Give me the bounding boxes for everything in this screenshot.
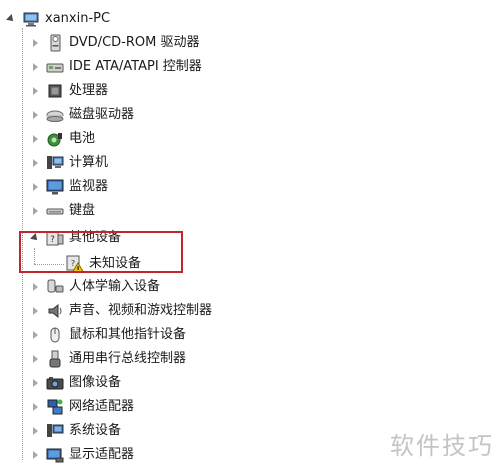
usb-icon — [49, 350, 61, 368]
processor-icon — [48, 84, 62, 98]
expand-toggle[interactable] — [30, 32, 40, 54]
hid-icon — [47, 279, 64, 293]
tree-item-label: IDE ATA/ATAPI 控制器 — [69, 59, 202, 74]
tree-item-disk-drive[interactable]: 磁盘驱动器 — [30, 104, 134, 126]
monitor-icon — [46, 179, 64, 195]
computer-icon — [47, 156, 64, 169]
optical-drive-icon — [50, 34, 61, 52]
expand-toggle[interactable] — [30, 396, 40, 418]
tree-item-processor[interactable]: 处理器 — [30, 80, 108, 102]
tree-item-label: 声音、视频和游戏控制器 — [69, 303, 213, 318]
expand-toggle[interactable] — [30, 372, 40, 394]
tree-item-dvd-cdrom[interactable]: DVD/CD-ROM 驱动器 — [30, 32, 199, 54]
tree-item-ide-controller[interactable]: IDE ATA/ATAPI 控制器 — [30, 56, 202, 78]
network-icon — [47, 399, 63, 415]
tree-item-label: 处理器 — [69, 83, 109, 98]
tree-item-usb-controller[interactable]: 通用串行总线控制器 — [30, 348, 186, 370]
expand-toggle[interactable] — [30, 276, 40, 298]
tree-item-sound-video-game[interactable]: 声音、视频和游戏控制器 — [30, 300, 212, 322]
tree-item-label: 鼠标和其他指针设备 — [69, 327, 187, 342]
tree-item-label: DVD/CD-ROM 驱动器 — [69, 35, 200, 50]
expand-toggle[interactable] — [30, 128, 40, 150]
expand-toggle[interactable] — [30, 152, 40, 174]
watermark: 软件技巧 — [390, 432, 494, 460]
tree-item-label: 键盘 — [69, 203, 96, 218]
tree-item-mouse[interactable]: 鼠标和其他指针设备 — [30, 324, 186, 346]
expand-toggle[interactable] — [30, 176, 40, 198]
tree-item-label: 显示适配器 — [69, 447, 135, 462]
expand-toggle[interactable] — [30, 80, 40, 102]
device-tree: xanxin-PC DVD/CD-ROM 驱动器 IDE ATA/ATAPI 控… — [0, 0, 500, 475]
expand-toggle[interactable] — [30, 444, 40, 466]
tree-item-label: 人体学输入设备 — [69, 279, 161, 294]
disk-drive-icon — [46, 110, 64, 122]
tree-root[interactable]: xanxin-PC — [6, 8, 110, 30]
camera-icon — [46, 377, 64, 390]
expand-toggle[interactable] — [30, 56, 40, 78]
expand-toggle[interactable] — [30, 348, 40, 370]
tree-item-label: 图像设备 — [69, 375, 122, 390]
keyboard-icon — [46, 208, 64, 215]
highlight-box — [19, 231, 183, 273]
expand-toggle[interactable] — [30, 104, 40, 126]
ide-controller-icon — [46, 63, 64, 73]
tree-item-hid[interactable]: 人体学输入设备 — [30, 276, 160, 298]
mouse-icon — [50, 327, 60, 343]
tree-item-label: 通用串行总线控制器 — [69, 351, 187, 366]
tree-item-label: 监视器 — [69, 179, 109, 194]
expand-toggle[interactable] — [30, 200, 40, 222]
tree-item-label: 电池 — [69, 131, 96, 146]
tree-root-label: xanxin-PC — [45, 11, 111, 26]
tree-item-system-device[interactable]: 系统设备 — [30, 420, 121, 442]
tree-item-keyboard[interactable]: 键盘 — [30, 200, 95, 222]
tree-item-computer[interactable]: 计算机 — [30, 152, 108, 174]
expand-toggle[interactable] — [30, 420, 40, 442]
display-adapter-icon — [46, 448, 64, 463]
tree-item-network-adapter[interactable]: 网络适配器 — [30, 396, 134, 418]
tree-item-monitor[interactable]: 监视器 — [30, 176, 108, 198]
tree-item-label: 系统设备 — [69, 423, 122, 438]
system-device-icon — [47, 424, 64, 437]
tree-item-label: 磁盘驱动器 — [69, 107, 135, 122]
expand-toggle[interactable] — [30, 300, 40, 322]
tree-item-battery[interactable]: 电池 — [30, 128, 95, 150]
tree-item-display-adapter[interactable]: 显示适配器 — [30, 444, 134, 466]
battery-icon — [47, 133, 62, 147]
computer-icon — [23, 12, 39, 27]
tree-item-imaging-device[interactable]: 图像设备 — [30, 372, 121, 394]
expand-toggle[interactable] — [30, 324, 40, 346]
speaker-icon — [48, 303, 62, 319]
expand-toggle[interactable] — [6, 8, 16, 30]
tree-item-label: 计算机 — [69, 155, 109, 170]
tree-item-label: 网络适配器 — [69, 399, 135, 414]
